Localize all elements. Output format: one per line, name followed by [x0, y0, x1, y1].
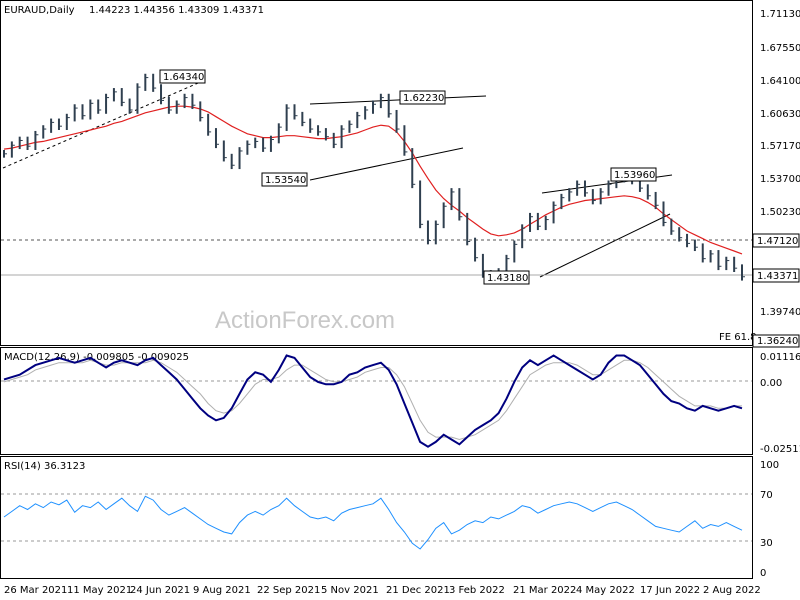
x-tick: 9 Aug 2021 — [193, 585, 251, 596]
x-tick: 22 Sep 2021 — [257, 585, 320, 596]
rsi-tick: 100 — [760, 460, 779, 471]
rsi-tick: 0 — [760, 568, 766, 579]
macd-axis: 0.011168 0.00 -0.025117 — [760, 352, 800, 455]
label-level-1: 1.47120 — [757, 236, 798, 247]
price-tick: 1.39740 — [760, 307, 800, 318]
x-tick: 17 Jun 2022 — [640, 585, 700, 596]
label-high-3: 1.53960 — [614, 170, 655, 181]
price-tick: 1.64100 — [760, 76, 800, 87]
label-high-2: 1.62230 — [403, 93, 444, 104]
x-tick: 5 Nov 2021 — [321, 585, 379, 596]
macd-tick: -0.025117 — [760, 444, 800, 455]
price-tick: 1.57170 — [760, 141, 800, 152]
rsi-axis: 100 70 30 0 — [760, 460, 779, 579]
label-high-1: 1.64340 — [163, 72, 204, 83]
ohlc-values: 1.44223 1.44356 1.43309 1.43371 — [89, 5, 264, 16]
rsi-tick: 70 — [760, 490, 773, 501]
label-low-2: 1.43180 — [487, 273, 528, 284]
macd-tick: 0.011168 — [760, 352, 800, 363]
label-low-1: 1.53540 — [265, 175, 306, 186]
price-tick: 1.50230 — [760, 207, 800, 218]
forex-chart: ActionForex.com EURAUD,Daily 1.44223 1.4… — [0, 0, 800, 596]
rsi-tick: 30 — [760, 538, 773, 549]
chart-title: EURAUD,Daily — [4, 5, 75, 16]
label-fe-level: 1.36240 — [757, 336, 798, 347]
macd-tick: 0.00 — [760, 378, 782, 389]
x-tick: 4 May 2022 — [576, 585, 635, 596]
price-tick: 1.53700 — [760, 174, 800, 185]
x-tick: 21 Dec 2021 — [386, 585, 450, 596]
x-tick: 11 May 2021 — [67, 585, 132, 596]
x-tick: 21 Mar 2022 — [513, 585, 576, 596]
x-axis: 26 Mar 2021 11 May 2021 24 Jun 2021 9 Au… — [4, 585, 761, 596]
x-tick: 24 Jun 2021 — [130, 585, 190, 596]
rsi-title: RSI(14) 36.3123 — [4, 461, 85, 472]
price-tick: 1.67550 — [760, 43, 800, 54]
price-tick: 1.60630 — [760, 109, 800, 120]
x-tick: 26 Mar 2021 — [4, 585, 67, 596]
price-tick: 1.71130 — [760, 9, 800, 20]
panel-frames — [0, 0, 753, 579]
label-fe: FE 61.8 — [719, 332, 757, 343]
watermark: ActionForex.com — [215, 307, 395, 334]
x-tick: 3 Feb 2022 — [449, 585, 505, 596]
label-last-price: 1.43371 — [757, 271, 798, 282]
x-tick: 2 Aug 2022 — [703, 585, 761, 596]
